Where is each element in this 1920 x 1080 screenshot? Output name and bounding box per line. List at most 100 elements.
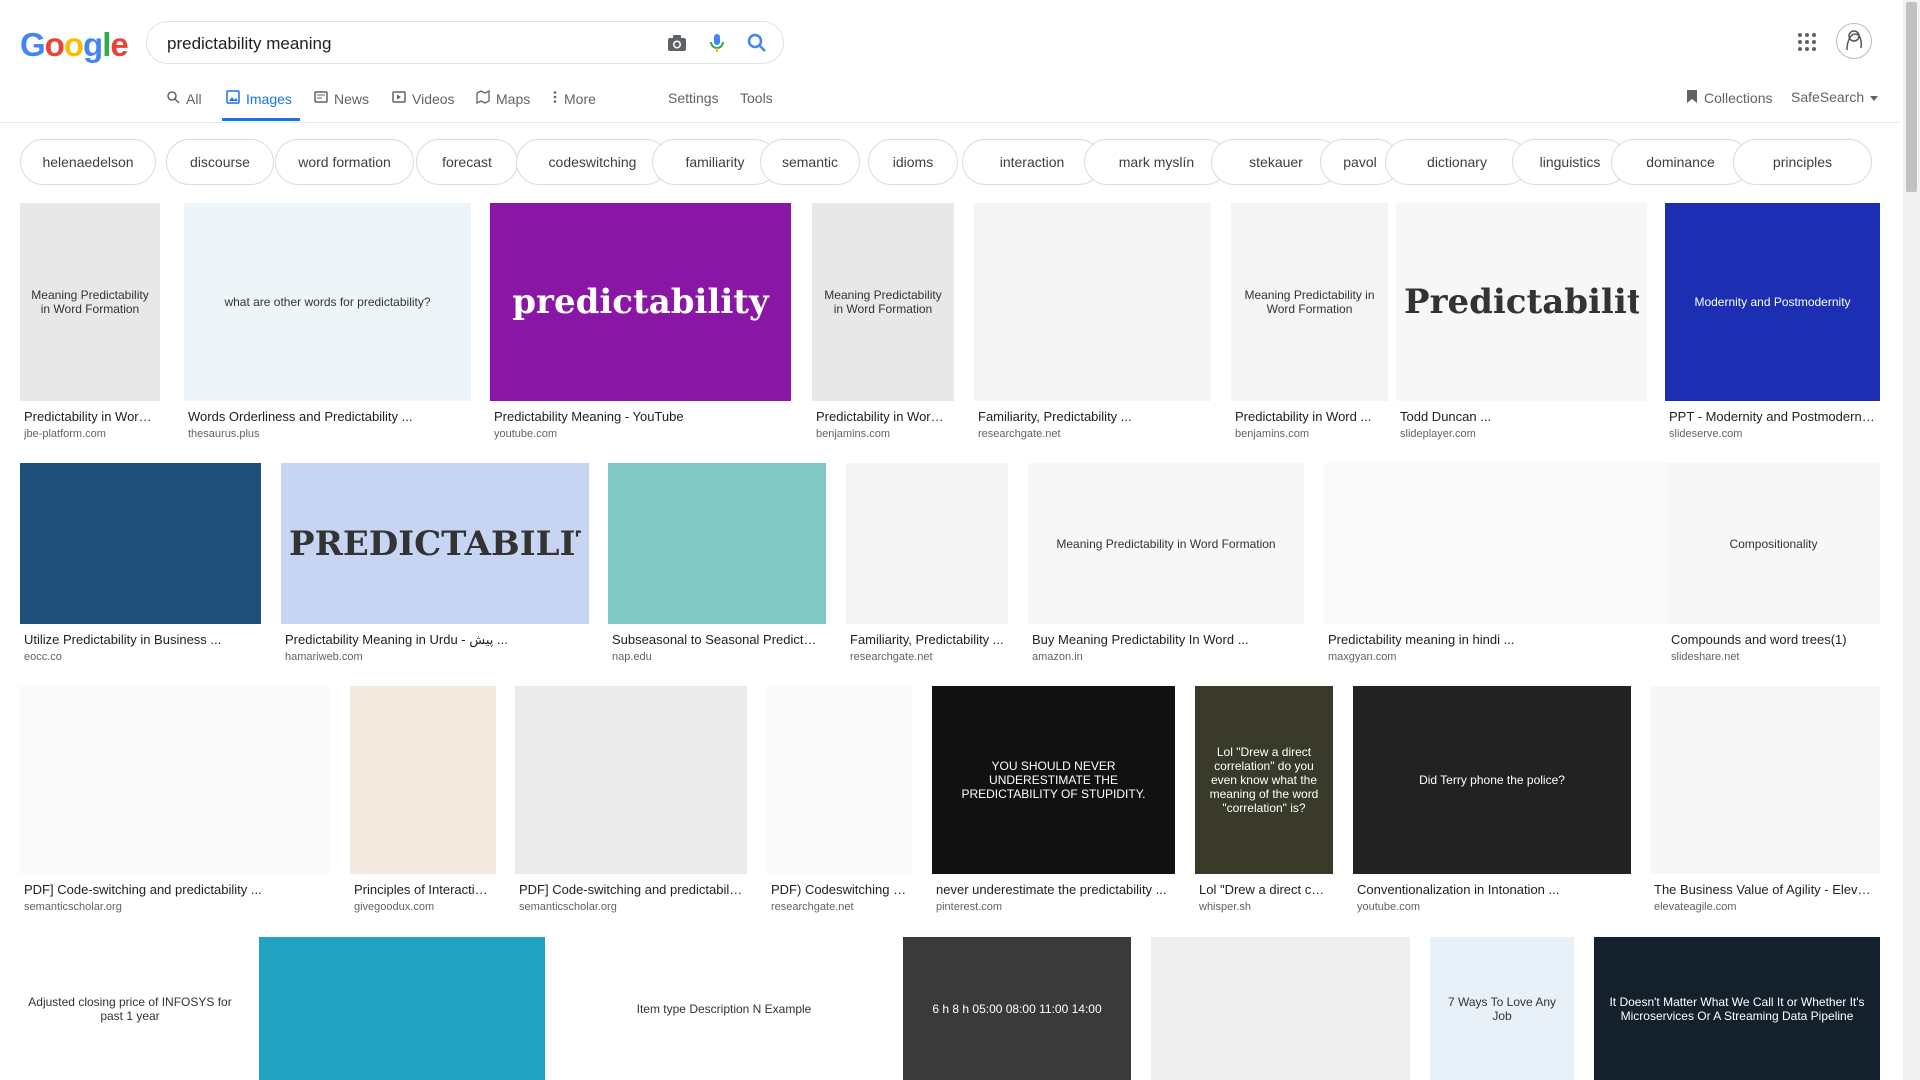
result-title[interactable]: Familiarity, Predictability ... bbox=[850, 632, 1004, 647]
result-thumbnail[interactable]: Lol "Drew a direct correlation" do you e… bbox=[1195, 686, 1333, 874]
search-input[interactable]: predictability meaning bbox=[167, 34, 331, 54]
result-thumbnail[interactable]: It Doesn't Matter What We Call It or Whe… bbox=[1594, 937, 1880, 1080]
result-title[interactable]: Words Orderliness and Predictability ... bbox=[188, 409, 467, 424]
result-title[interactable]: Buy Meaning Predictability In Word ... bbox=[1032, 632, 1300, 647]
result-title[interactable]: Predictability Meaning in Urdu - پیش ... bbox=[285, 632, 585, 648]
result-source[interactable]: semanticscholar.org bbox=[519, 901, 743, 913]
tab-videos[interactable]: Videos bbox=[392, 90, 455, 107]
result-title[interactable]: Lol "Drew a direct corr... bbox=[1199, 882, 1329, 897]
related-search-chip[interactable]: idioms bbox=[868, 139, 958, 185]
related-search-chip[interactable]: forecast bbox=[416, 139, 518, 185]
result-source[interactable]: pinterest.com bbox=[936, 901, 1171, 913]
result-source[interactable]: benjamins.com bbox=[816, 428, 950, 440]
result-thumbnail[interactable]: Compositionality bbox=[1667, 463, 1880, 624]
result-source[interactable]: youtube.com bbox=[494, 428, 787, 440]
result-source[interactable]: maxgyan.com bbox=[1328, 651, 1665, 663]
related-search-chip[interactable]: codeswitching bbox=[516, 139, 669, 185]
result-thumbnail[interactable]: Predictability bbox=[1396, 203, 1647, 401]
collections-link[interactable]: Collections bbox=[1686, 89, 1772, 107]
result-thumbnail[interactable]: what are other words for predictability? bbox=[184, 203, 471, 401]
related-search-chip[interactable]: interaction bbox=[962, 139, 1102, 185]
result-title[interactable]: PDF] Code-switching and predictabilit... bbox=[519, 882, 743, 897]
tab-all[interactable]: All bbox=[166, 90, 202, 107]
result-source[interactable]: semanticscholar.org bbox=[24, 901, 326, 913]
tab-news[interactable]: News bbox=[314, 90, 369, 107]
related-search-chip[interactable]: dominance bbox=[1611, 139, 1750, 185]
result-title[interactable]: Principles of Interactio... bbox=[354, 882, 492, 897]
search-box[interactable]: predictability meaning bbox=[146, 21, 784, 64]
result-thumbnail[interactable]: Did Terry phone the police? bbox=[1353, 686, 1631, 874]
related-search-chip[interactable]: word formation bbox=[275, 139, 414, 185]
tab-tools[interactable]: Tools bbox=[740, 90, 773, 106]
result-title[interactable]: PDF) Codeswitching a... bbox=[771, 882, 908, 897]
result-source[interactable]: slideshare.net bbox=[1671, 651, 1876, 663]
result-source[interactable]: givegoodux.com bbox=[354, 901, 492, 913]
result-thumbnail[interactable] bbox=[974, 203, 1211, 401]
result-thumbnail[interactable]: predictability bbox=[490, 203, 791, 401]
result-source[interactable]: youtube.com bbox=[1357, 901, 1627, 913]
search-icon[interactable] bbox=[745, 31, 769, 55]
result-title[interactable]: Predictability in Word ... bbox=[816, 409, 950, 424]
result-title[interactable]: The Business Value of Agility - Elevat..… bbox=[1654, 882, 1876, 897]
safesearch-menu[interactable]: SafeSearch bbox=[1791, 89, 1879, 105]
result-source[interactable]: hamariweb.com bbox=[285, 651, 585, 663]
account-avatar[interactable] bbox=[1836, 23, 1872, 59]
result-thumbnail[interactable]: YOU SHOULD NEVER UNDERESTIMATE THE PREDI… bbox=[932, 686, 1175, 874]
scrollbar-thumb[interactable] bbox=[1906, 2, 1917, 192]
result-title[interactable]: Compounds and word trees(1) bbox=[1671, 632, 1876, 647]
camera-icon[interactable] bbox=[665, 31, 689, 55]
result-thumbnail[interactable]: Item type Description N Example bbox=[565, 937, 883, 1080]
result-title[interactable]: Predictability in Word ... bbox=[24, 409, 156, 424]
related-search-chip[interactable]: dictionary bbox=[1385, 139, 1529, 185]
related-search-chip[interactable]: semantic bbox=[760, 139, 860, 185]
apps-grid-icon[interactable] bbox=[1796, 31, 1818, 53]
result-source[interactable]: amazon.in bbox=[1032, 651, 1300, 663]
result-thumbnail[interactable]: Meaning Predictability in Word Formation bbox=[1028, 463, 1304, 624]
result-thumbnail[interactable]: 7 Ways To Love Any Job bbox=[1430, 937, 1574, 1080]
result-thumbnail[interactable] bbox=[1151, 937, 1410, 1080]
result-source[interactable]: researchgate.net bbox=[771, 901, 908, 913]
tab-more[interactable]: More bbox=[552, 90, 596, 107]
tab-settings[interactable]: Settings bbox=[668, 90, 719, 106]
result-source[interactable]: nap.edu bbox=[612, 651, 822, 663]
result-title[interactable]: PPT - Modernity and Postmodernit... bbox=[1669, 409, 1876, 424]
google-logo[interactable]: Google bbox=[20, 26, 129, 64]
result-thumbnail[interactable] bbox=[20, 463, 261, 624]
result-thumbnail[interactable]: Modernity and Postmodernity bbox=[1665, 203, 1880, 401]
result-thumbnail[interactable] bbox=[1324, 463, 1669, 624]
result-thumbnail[interactable] bbox=[20, 686, 330, 874]
result-title[interactable]: PDF] Code-switching and predictability .… bbox=[24, 882, 326, 897]
tab-images[interactable]: Images bbox=[226, 90, 292, 107]
result-title[interactable]: never underestimate the predictability .… bbox=[936, 882, 1171, 897]
result-thumbnail[interactable] bbox=[846, 463, 1008, 624]
microphone-icon[interactable] bbox=[705, 31, 729, 55]
result-thumbnail[interactable]: 6 h 8 h 05:00 08:00 11:00 14:00 bbox=[903, 937, 1131, 1080]
result-source[interactable]: researchgate.net bbox=[978, 428, 1207, 440]
result-source[interactable]: jbe-platform.com bbox=[24, 428, 156, 440]
result-title[interactable]: Todd Duncan ... bbox=[1400, 409, 1643, 424]
result-title[interactable]: Familiarity, Predictability ... bbox=[978, 409, 1207, 424]
result-title[interactable]: Conventionalization in Intonation ... bbox=[1357, 882, 1627, 897]
result-thumbnail[interactable] bbox=[350, 686, 496, 874]
result-thumbnail[interactable]: Meaning Predictability in Word Formation bbox=[1231, 203, 1388, 401]
result-source[interactable]: thesaurus.plus bbox=[188, 428, 467, 440]
result-source[interactable]: eocc.co bbox=[24, 651, 257, 663]
result-source[interactable]: elevateagile.com bbox=[1654, 901, 1876, 913]
result-thumbnail[interactable]: Adjusted closing price of INFOSYS for pa… bbox=[20, 937, 240, 1080]
related-search-chip[interactable]: discourse bbox=[166, 139, 274, 185]
tab-maps[interactable]: Maps bbox=[476, 89, 530, 107]
related-search-chip[interactable]: principles bbox=[1733, 139, 1872, 185]
result-thumbnail[interactable] bbox=[259, 937, 545, 1080]
related-search-chip[interactable]: helenaedelson bbox=[20, 139, 156, 185]
result-source[interactable]: slideserve.com bbox=[1669, 428, 1876, 440]
result-source[interactable]: researchgate.net bbox=[850, 651, 1004, 663]
result-thumbnail[interactable]: Meaning Predictability in Word Formation bbox=[812, 203, 954, 401]
related-search-chip[interactable]: mark myslín bbox=[1084, 139, 1229, 185]
result-thumbnail[interactable]: Meaning Predictability in Word Formation bbox=[20, 203, 160, 401]
result-title[interactable]: Predictability in Word ... bbox=[1235, 409, 1384, 424]
result-thumbnail[interactable] bbox=[608, 463, 826, 624]
result-thumbnail[interactable] bbox=[1650, 686, 1880, 874]
result-title[interactable]: Predictability meaning in hindi ... bbox=[1328, 632, 1665, 647]
result-title[interactable]: Subseasonal to Seasonal Predictab... bbox=[612, 632, 822, 647]
result-source[interactable]: benjamins.com bbox=[1235, 428, 1384, 440]
